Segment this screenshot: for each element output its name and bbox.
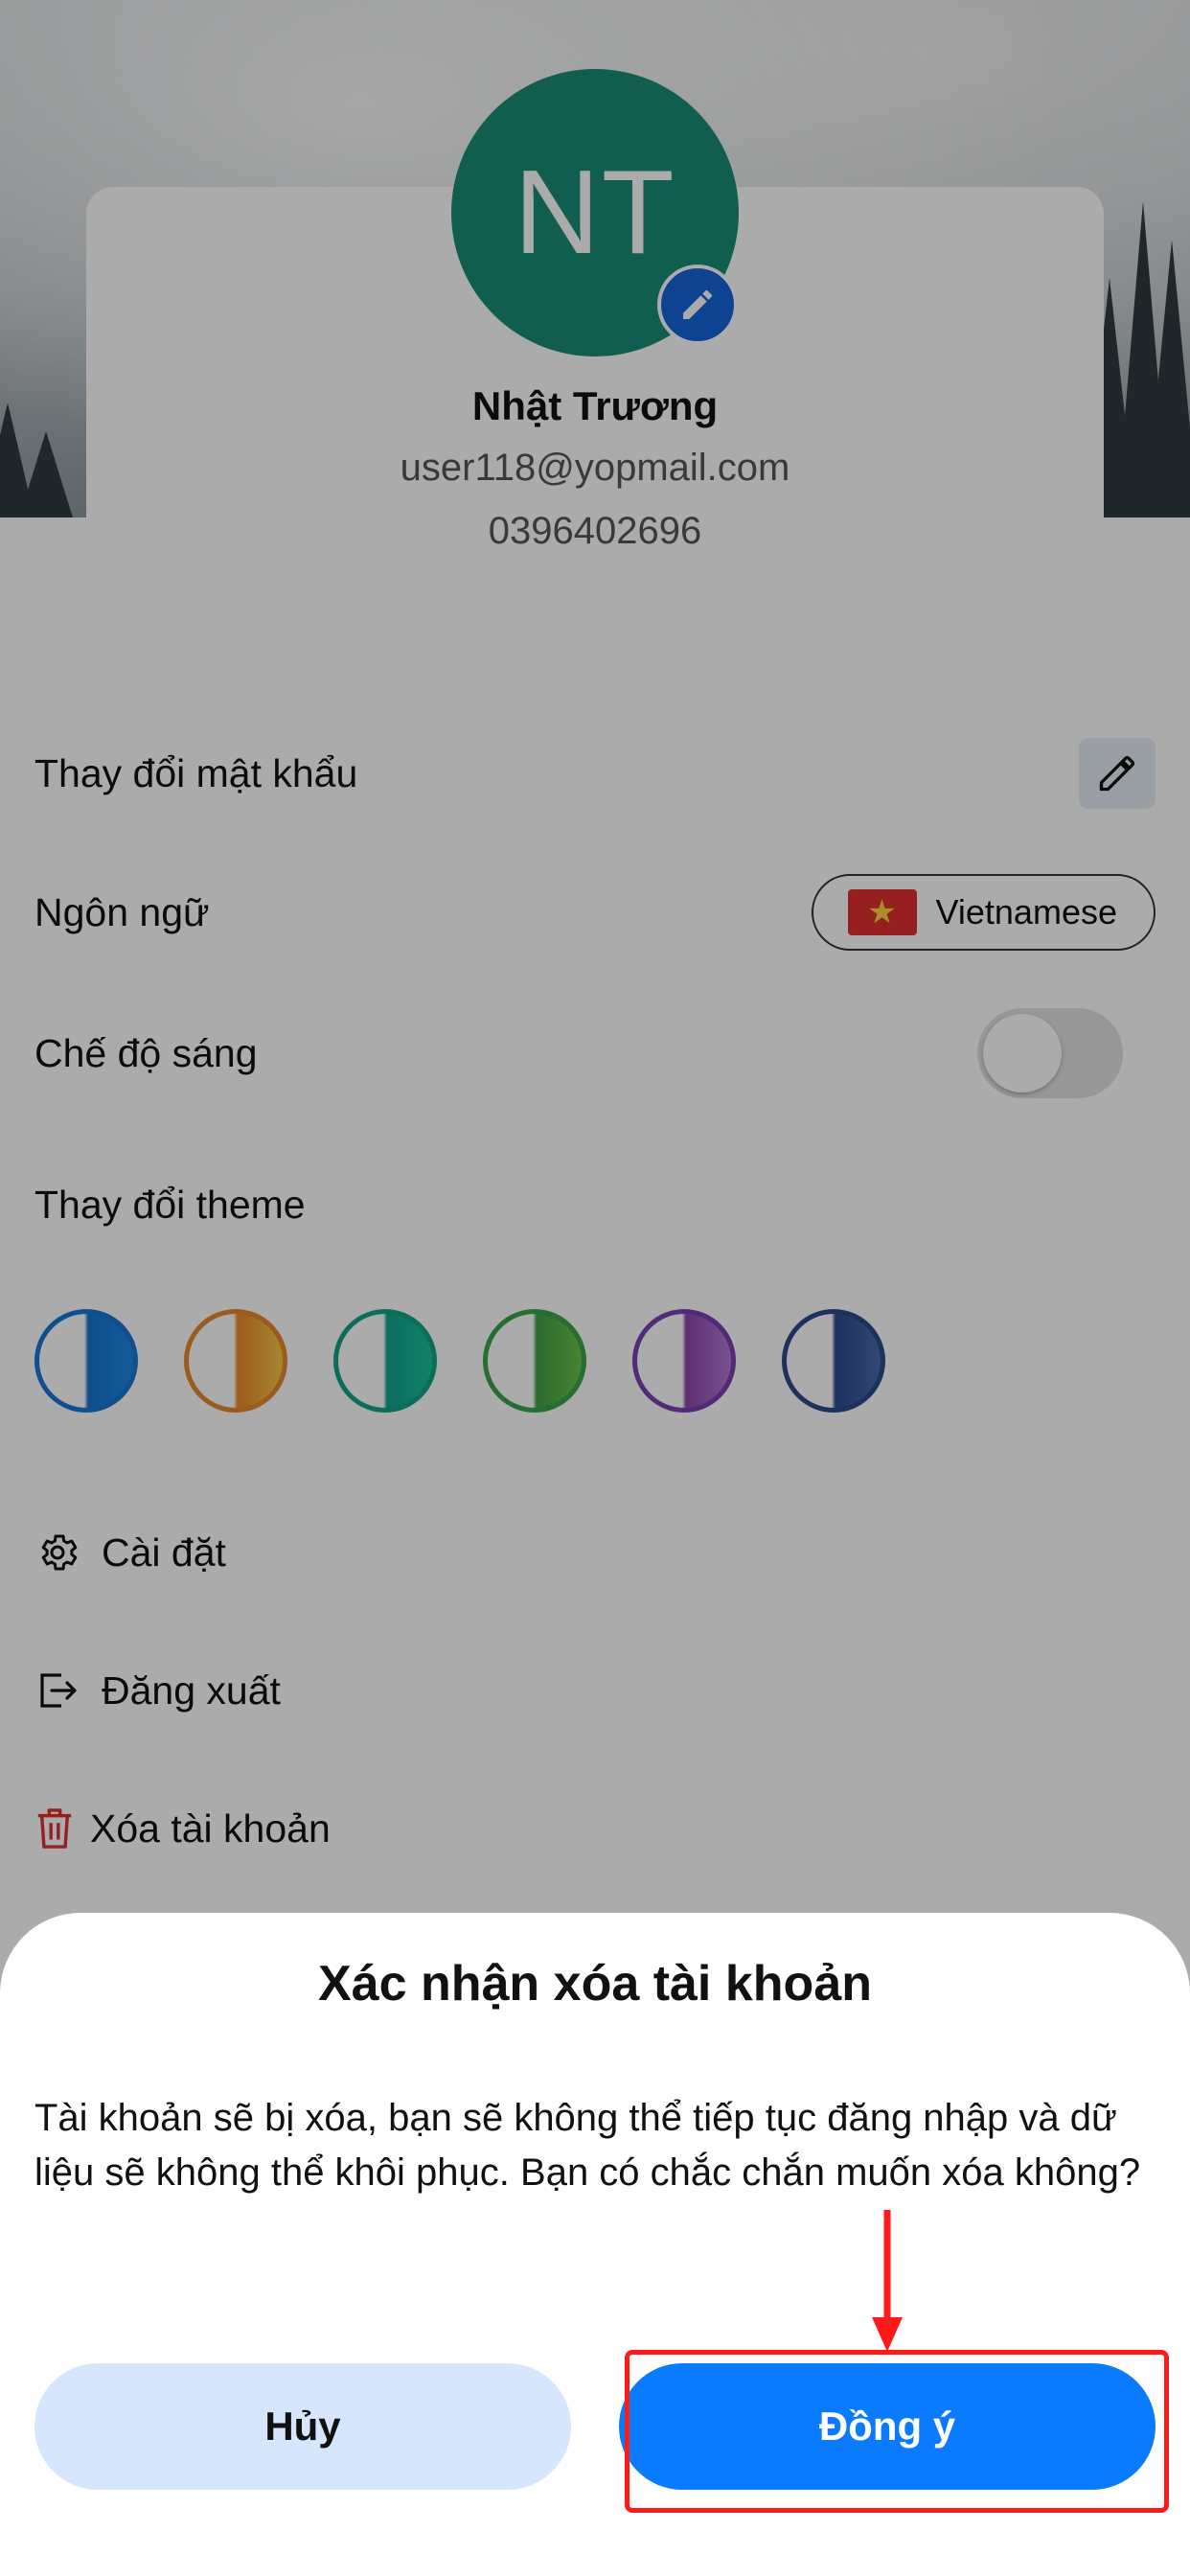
dialog-title: Xác nhận xóa tài khoản xyxy=(318,1956,872,2012)
cancel-button[interactable]: Hủy xyxy=(34,2363,571,2490)
annotation-highlight-box xyxy=(625,2350,1169,2513)
annotation-arrow-icon xyxy=(872,2210,903,2352)
dialog-message: Tài khoản sẽ bị xóa, bạn sẽ không thể ti… xyxy=(34,2097,1141,2194)
